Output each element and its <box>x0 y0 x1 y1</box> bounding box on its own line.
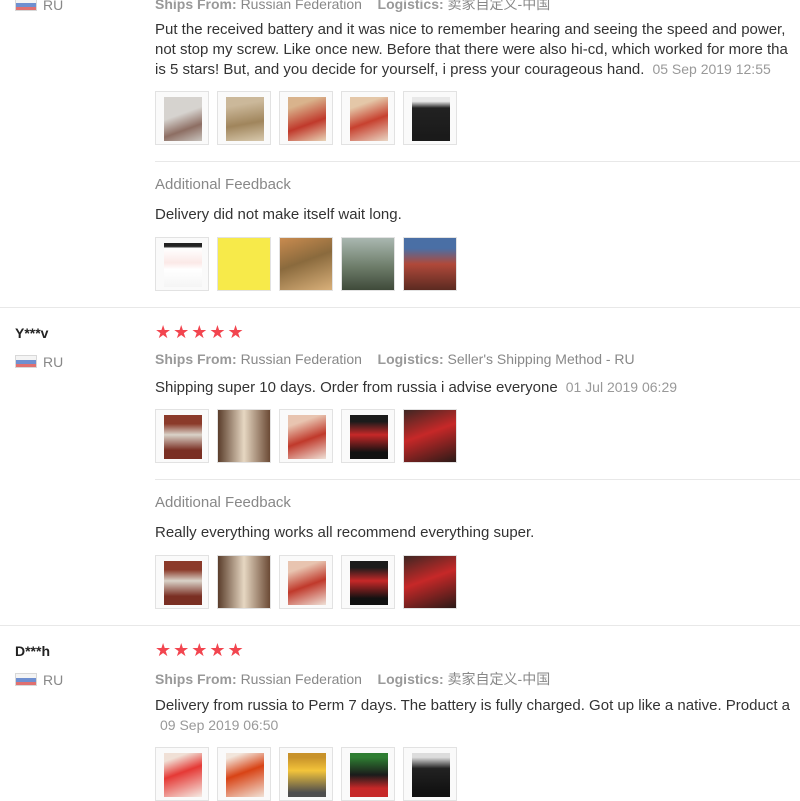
russia-flag-icon <box>15 673 37 686</box>
review-photo-thumbnail[interactable] <box>217 409 271 463</box>
review-date: 09 Sep 2019 06:50 <box>160 717 279 733</box>
separator <box>155 479 800 480</box>
review-separator <box>0 307 800 308</box>
reviewer-name: Y***v <box>15 325 49 341</box>
review-photo-thumbnail[interactable] <box>155 555 209 609</box>
review-photo-thumbnail[interactable] <box>217 555 271 609</box>
review-date: 01 Jul 2019 06:29 <box>565 379 678 395</box>
review-photo-thumbnail[interactable] <box>341 91 395 145</box>
ships-from: Ships From: Russian Federation Logistics… <box>155 671 551 687</box>
review-photo-thumbnail[interactable] <box>403 409 457 463</box>
country-code: RU <box>43 354 64 370</box>
review-photos <box>155 409 457 463</box>
ships-from: Ships From: Russian Federation Logistics… <box>155 351 635 367</box>
review-photo-thumbnail[interactable] <box>341 237 395 291</box>
review-photos <box>155 747 457 801</box>
russia-flag-icon <box>15 0 37 11</box>
review-photo-thumbnail[interactable] <box>155 747 209 801</box>
review-photo-thumbnail[interactable] <box>155 91 209 145</box>
review-date: 05 Sep 2019 12:55 <box>652 61 771 77</box>
review-photo-thumbnail[interactable] <box>279 409 333 463</box>
ships-from: Ships From: Russian Federation Logistics… <box>155 0 551 12</box>
review-text: Shipping super 10 days. Order from russi… <box>155 379 678 396</box>
review-photo-thumbnail[interactable] <box>341 555 395 609</box>
review-photos <box>155 91 457 145</box>
additional-feedback-text: Delivery did not make itself wait long. <box>155 206 402 223</box>
review-photo-thumbnail[interactable] <box>279 237 333 291</box>
review-text-line: is 5 stars! But, and you decide for your… <box>155 61 771 78</box>
review-photo-thumbnail[interactable] <box>279 91 333 145</box>
review-text-line: Put the received battery and it was nice… <box>155 21 786 38</box>
additional-feedback-photos <box>155 237 457 291</box>
additional-feedback-label: Additional Feedback <box>155 176 291 193</box>
review-photo-thumbnail[interactable] <box>217 91 271 145</box>
separator <box>155 161 800 162</box>
review-text-line: not stop my screw. Like once new. Before… <box>155 41 788 58</box>
review-text: Delivery from russia to Perm 7 days. The… <box>155 697 791 714</box>
additional-feedback-text: Really everything works all recommend ev… <box>155 524 535 541</box>
country-code: RU <box>43 672 64 688</box>
star-rating: ★★★★★ <box>155 322 246 342</box>
review-photo-thumbnail[interactable] <box>403 237 457 291</box>
review-photo-thumbnail[interactable] <box>155 409 209 463</box>
review-photo-thumbnail[interactable] <box>155 237 209 291</box>
review-photo-thumbnail[interactable] <box>341 747 395 801</box>
review-photo-thumbnail[interactable] <box>279 747 333 801</box>
russia-flag-icon <box>15 355 37 368</box>
review-photo-thumbnail[interactable] <box>403 747 457 801</box>
reviewer-name: D***h <box>15 643 51 659</box>
review-photo-thumbnail[interactable] <box>279 555 333 609</box>
star-rating: ★★★★★ <box>155 640 246 660</box>
review-photo-thumbnail[interactable] <box>403 555 457 609</box>
review-separator <box>0 625 800 626</box>
country-code: RU <box>43 0 64 13</box>
review-photo-thumbnail[interactable] <box>341 409 395 463</box>
additional-feedback-label: Additional Feedback <box>155 494 291 511</box>
additional-feedback-photos <box>155 555 457 609</box>
review-photo-thumbnail[interactable] <box>217 237 271 291</box>
review-photo-thumbnail[interactable] <box>217 747 271 801</box>
review-photo-thumbnail[interactable] <box>403 91 457 145</box>
